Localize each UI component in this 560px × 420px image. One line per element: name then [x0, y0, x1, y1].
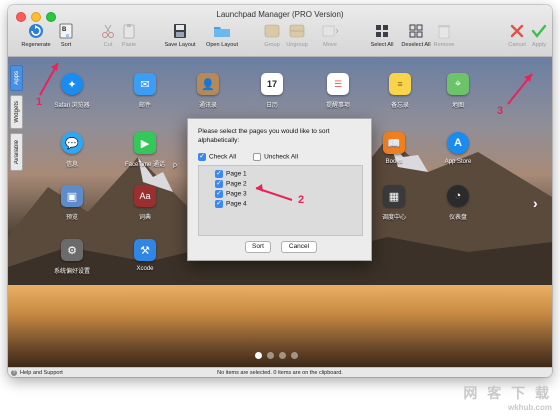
annotation-arrows: [39, 62, 533, 201]
annotation-1: 1: [36, 96, 43, 108]
watermark-line-1: 网 客 下 载: [463, 385, 552, 401]
watermark-line-2: wkhub.com: [507, 403, 552, 412]
annotation-3: 3: [497, 105, 504, 117]
watermark: 网 客 下 载 wkhub.com: [463, 383, 552, 412]
annotation-2: 2: [298, 194, 305, 206]
